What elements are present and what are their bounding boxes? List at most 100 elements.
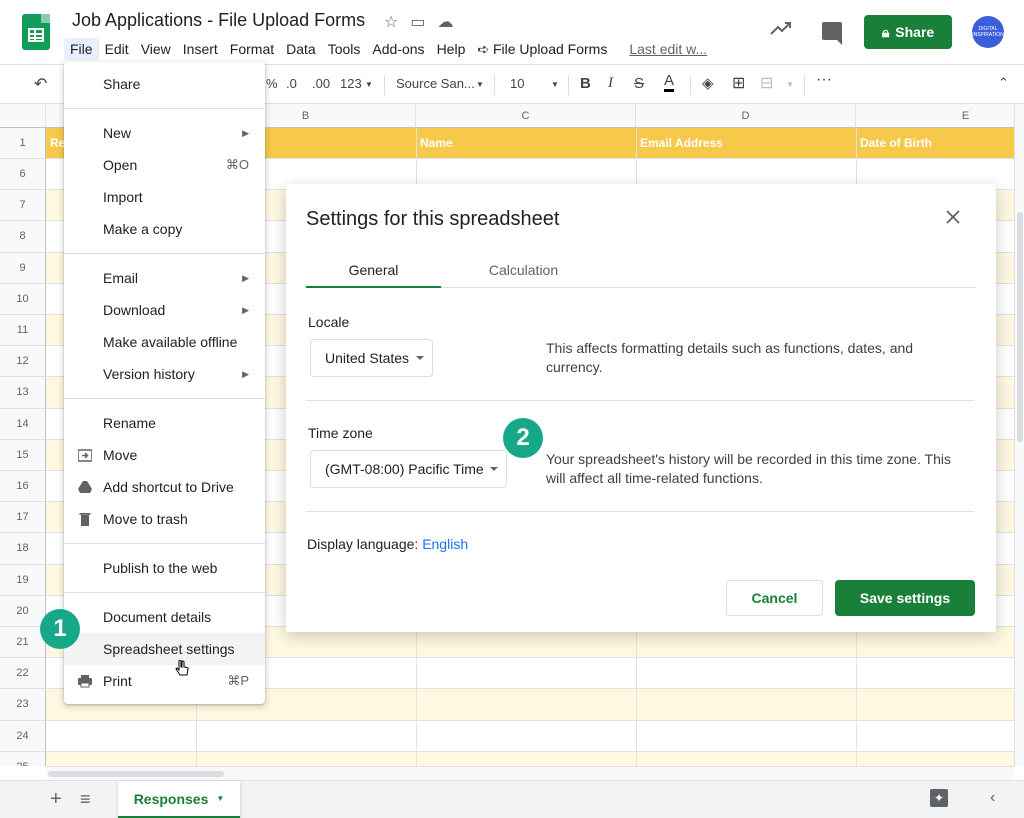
font-size-dropdown[interactable]: 10 bbox=[510, 76, 524, 91]
row-header[interactable]: 1 bbox=[0, 128, 46, 159]
move-folder-icon[interactable]: ▭ bbox=[410, 12, 425, 32]
menu-file[interactable]: File bbox=[64, 38, 99, 60]
all-sheets-icon[interactable]: ≡ bbox=[80, 789, 91, 810]
menu-format[interactable]: Format bbox=[224, 38, 280, 60]
menu-tools[interactable]: Tools bbox=[322, 38, 367, 60]
menu-help[interactable]: Help bbox=[431, 38, 472, 60]
bold-icon[interactable]: B bbox=[580, 75, 591, 92]
font-family-dropdown[interactable]: Source San... bbox=[396, 76, 475, 91]
header-cell-name[interactable]: Name bbox=[416, 128, 453, 158]
time-zone-dropdown[interactable]: (GMT-08:00) Pacific Time bbox=[310, 450, 507, 488]
document-title[interactable]: Job Applications - File Upload Forms bbox=[72, 10, 365, 31]
menu-item-add-shortcut[interactable]: Add shortcut to Drive bbox=[64, 471, 265, 503]
row-header[interactable]: 8 bbox=[0, 221, 46, 253]
italic-icon[interactable]: I bbox=[608, 75, 613, 92]
menu-item-email[interactable]: Email ▶ bbox=[64, 262, 265, 294]
explore-icon[interactable]: ✦ bbox=[930, 789, 948, 807]
vertical-scrollbar[interactable] bbox=[1014, 104, 1024, 766]
header-cell-dob[interactable]: Date of Birth bbox=[856, 128, 932, 158]
menu-data[interactable]: Data bbox=[280, 38, 322, 60]
row-header[interactable]: 7 bbox=[0, 190, 46, 222]
row-header[interactable]: 24 bbox=[0, 720, 46, 752]
number-format-dropdown[interactable]: 123 bbox=[340, 76, 362, 91]
menu-item-new[interactable]: New ▶ bbox=[64, 117, 265, 149]
star-icon[interactable]: ☆ bbox=[384, 12, 398, 32]
row-header[interactable]: 18 bbox=[0, 533, 46, 565]
row-header[interactable]: 25 bbox=[0, 751, 46, 766]
borders-icon[interactable]: ⊞ bbox=[732, 73, 745, 93]
table-row[interactable] bbox=[46, 721, 1014, 752]
row-header[interactable]: 21 bbox=[0, 627, 46, 659]
menu-view[interactable]: View bbox=[135, 38, 177, 60]
last-edit-link[interactable]: Last edit w... bbox=[623, 38, 713, 60]
drive-shortcut-icon bbox=[78, 481, 92, 493]
header-cell-a[interactable]: Re bbox=[46, 128, 65, 158]
menu-item-publish[interactable]: Publish to the web bbox=[64, 552, 265, 584]
row-header[interactable]: 9 bbox=[0, 252, 46, 284]
row-header[interactable]: 19 bbox=[0, 564, 46, 596]
row-header[interactable]: 16 bbox=[0, 471, 46, 503]
undo-icon[interactable]: ↶ bbox=[34, 74, 47, 94]
menu-item-offline[interactable]: Make available offline bbox=[64, 326, 265, 358]
row-header[interactable]: 11 bbox=[0, 315, 46, 347]
cancel-button[interactable]: Cancel bbox=[726, 580, 823, 616]
menu-item-move[interactable]: Move bbox=[64, 439, 265, 471]
menu-insert[interactable]: Insert bbox=[177, 38, 224, 60]
avatar[interactable]: DIGITAL INSPIRATION bbox=[972, 16, 1004, 48]
tab-calculation[interactable]: Calculation bbox=[456, 262, 591, 288]
menu-item-version-history[interactable]: Version history ▶ bbox=[64, 358, 265, 390]
row-header[interactable]: 10 bbox=[0, 283, 46, 315]
menu-file-upload-forms[interactable]: ➪ File Upload Forms bbox=[471, 38, 613, 60]
tab-general[interactable]: General bbox=[306, 262, 441, 288]
strikethrough-icon[interactable]: S bbox=[634, 75, 644, 92]
column-header-c[interactable]: C bbox=[416, 104, 636, 128]
menu-addons[interactable]: Add-ons bbox=[366, 38, 430, 60]
menu-item-trash[interactable]: Move to trash bbox=[64, 503, 265, 535]
row-header[interactable]: 20 bbox=[0, 595, 46, 627]
menu-item-document-details[interactable]: Document details bbox=[64, 601, 265, 633]
row-header[interactable]: 17 bbox=[0, 502, 46, 534]
menu-item-open[interactable]: Open ⌘O bbox=[64, 149, 265, 181]
more-options-icon[interactable]: ··· bbox=[816, 71, 832, 89]
collapse-toolbar-icon[interactable]: ⌃ bbox=[998, 75, 1009, 91]
select-all-corner[interactable] bbox=[0, 104, 46, 128]
menu-item-print[interactable]: Print ⌘P bbox=[64, 665, 265, 697]
decrease-decimal-button[interactable]: .0 bbox=[286, 76, 297, 91]
display-language-link[interactable]: English bbox=[422, 536, 468, 552]
row-header[interactable]: 22 bbox=[0, 658, 46, 690]
column-header-e[interactable]: E bbox=[856, 104, 1014, 128]
share-button[interactable]: 🔒︎ Share bbox=[864, 15, 952, 49]
row-header[interactable]: 12 bbox=[0, 346, 46, 378]
increase-decimal-button[interactable]: .00 bbox=[312, 76, 330, 91]
menu-item-rename[interactable]: Rename bbox=[64, 407, 265, 439]
add-sheet-icon[interactable]: + bbox=[50, 788, 62, 811]
menu-item-import[interactable]: Import bbox=[64, 181, 265, 213]
row-header[interactable]: 6 bbox=[0, 159, 46, 191]
menu-item-spreadsheet-settings[interactable]: Spreadsheet settings bbox=[64, 633, 265, 665]
menu-item-download[interactable]: Download ▶ bbox=[64, 294, 265, 326]
menu-item-make-copy[interactable]: Make a copy bbox=[64, 213, 265, 245]
sheets-logo-icon[interactable] bbox=[22, 14, 50, 50]
horizontal-scrollbar[interactable] bbox=[46, 766, 1014, 780]
sheet-tab-responses[interactable]: Responses ▼ bbox=[118, 781, 240, 818]
locale-dropdown[interactable]: United States bbox=[310, 339, 433, 377]
text-color-icon[interactable]: A bbox=[664, 73, 675, 92]
table-row[interactable] bbox=[46, 751, 1014, 766]
column-header-d[interactable]: D bbox=[636, 104, 856, 128]
side-panel-chevron-icon[interactable]: ‹ bbox=[990, 789, 995, 807]
row-header[interactable]: 14 bbox=[0, 408, 46, 440]
row-header[interactable]: 13 bbox=[0, 377, 46, 409]
fill-color-icon[interactable]: ◈ bbox=[702, 74, 714, 92]
row-header[interactable]: 23 bbox=[0, 689, 46, 721]
percent-button[interactable]: % bbox=[266, 76, 278, 91]
menu-item-share[interactable]: Share bbox=[64, 68, 265, 100]
menu-edit[interactable]: Edit bbox=[99, 38, 135, 60]
comment-icon[interactable] bbox=[822, 22, 842, 45]
header-cell-email[interactable]: Email Address bbox=[636, 128, 723, 158]
cloud-status-icon[interactable]: ☁ bbox=[437, 12, 453, 32]
activity-trend-icon[interactable] bbox=[770, 20, 792, 36]
row-header[interactable]: 15 bbox=[0, 439, 46, 471]
close-icon[interactable] bbox=[946, 210, 960, 224]
save-settings-button[interactable]: Save settings bbox=[835, 580, 975, 616]
merge-cells-icon[interactable]: ⊟ bbox=[760, 73, 773, 93]
